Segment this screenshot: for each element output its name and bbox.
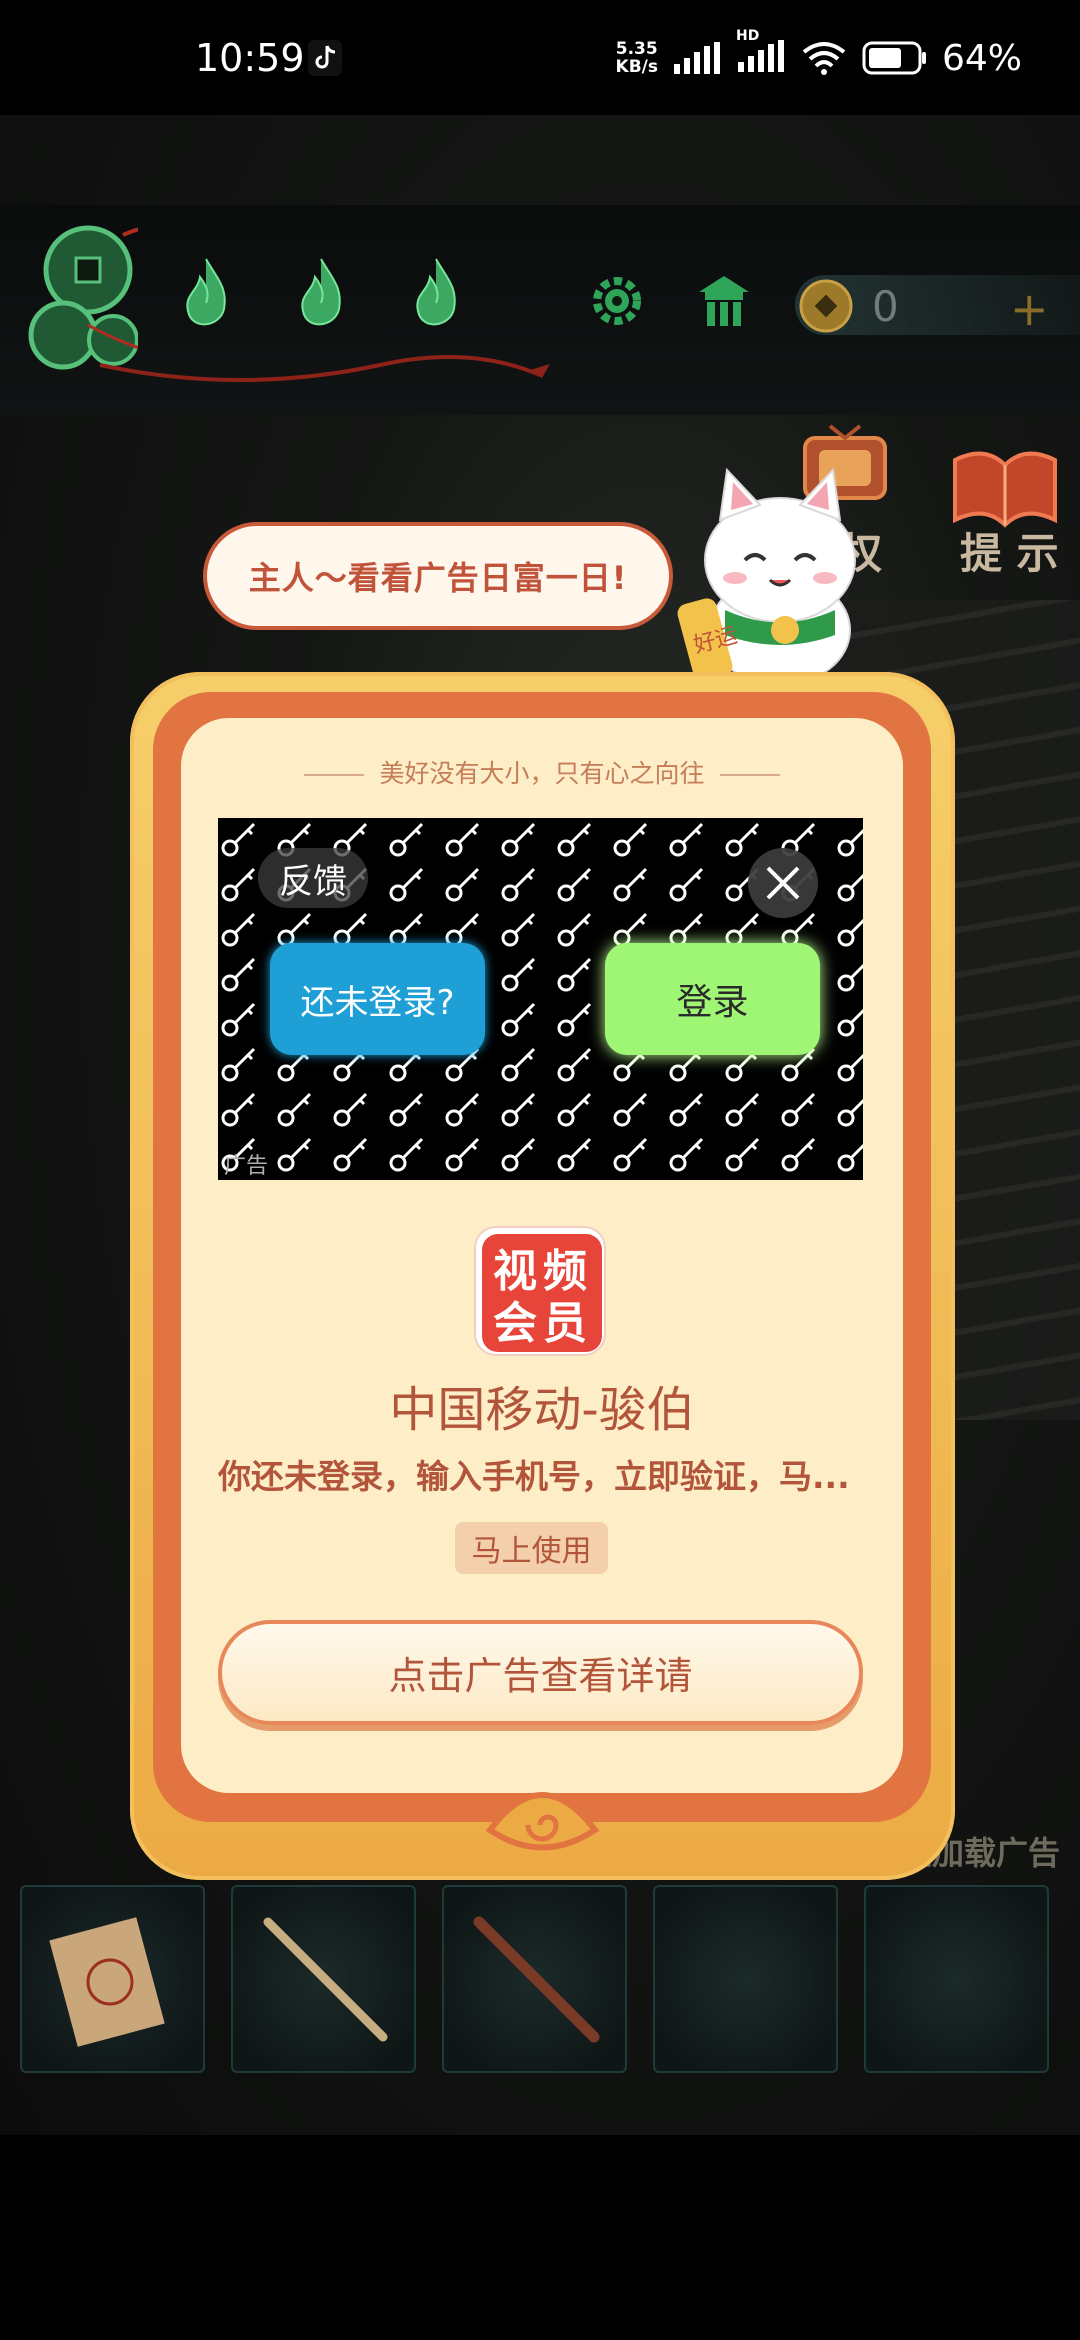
battery-icon xyxy=(862,41,926,75)
bottom-nav-area xyxy=(0,2135,1080,2340)
wifi-icon xyxy=(802,42,846,75)
inventory-bar xyxy=(20,1885,1070,2075)
tagline-text: 美好没有大小，只有心之向往 xyxy=(379,759,705,788)
inventory-slot-5[interactable] xyxy=(864,1885,1049,2073)
coin-count: 0 xyxy=(872,282,899,331)
hint-label[interactable]: 提 示 xyxy=(960,520,1059,581)
signal-hd: HD xyxy=(736,28,786,76)
app-icon-char-2: 频 xyxy=(543,1246,587,1297)
tagline-left-line xyxy=(303,774,364,776)
not-logged-in-button[interactable]: 还未登录? xyxy=(270,943,485,1055)
ad-mark-label: 广告 xyxy=(224,1154,269,1179)
bamboo-stick-item-icon xyxy=(263,1917,388,2042)
inventory-slot-1[interactable] xyxy=(20,1885,205,2073)
gold-coin-icon xyxy=(799,279,853,333)
net-speed-unit: KB/s xyxy=(615,57,658,77)
app-icon-char-1: 视 xyxy=(493,1246,537,1297)
network-speed: 5.35 KB/s xyxy=(616,40,658,76)
speech-bubble-text: 主人～看看广告日富一日! xyxy=(248,559,628,597)
life-flame-icon-1 xyxy=(186,258,226,326)
status-bar: 10:59 5.35 KB/s HD 64% xyxy=(0,0,1080,115)
login-button[interactable]: 登录 xyxy=(605,943,820,1055)
app-icon-char-3: 会 xyxy=(493,1298,537,1349)
use-now-button[interactable]: 马上使用 xyxy=(455,1522,608,1574)
view-ad-details-button[interactable]: 点击广告查看详请 xyxy=(218,1620,863,1725)
signal-icon xyxy=(673,42,720,74)
life-flame-icon-2 xyxy=(301,258,341,326)
paper-charm-item-icon xyxy=(49,1917,165,2047)
settings-gear-icon[interactable] xyxy=(588,272,646,330)
ad-description: 你还未登录，输入手机号，立即验证，马... xyxy=(218,1457,850,1496)
advertiser-name: 中国移动-骏伯 xyxy=(389,1382,695,1438)
ad-video-area[interactable]: 反馈 还未登录? 登录 广告 xyxy=(218,818,863,1180)
app-icon[interactable]: 视 频 会 员 xyxy=(474,1226,606,1356)
battery-percentage: 64% xyxy=(941,37,1022,79)
modal-tagline: 美好没有大小，只有心之向往 xyxy=(181,754,903,790)
lucky-cat-mascot: 好运 xyxy=(677,467,856,686)
shop-pavilion-icon[interactable] xyxy=(695,272,753,330)
wooden-rod-item-icon xyxy=(473,1916,600,2043)
net-speed-value: 5.35 xyxy=(615,39,658,59)
status-time: 10:59 xyxy=(195,36,305,80)
add-coins-plus-icon[interactable]: + xyxy=(1010,282,1049,336)
life-flame-icon-3 xyxy=(416,258,456,326)
ad-feedback-button[interactable]: 反馈 xyxy=(258,848,368,908)
app-icon-char-4: 员 xyxy=(543,1298,587,1349)
inventory-slot-4[interactable] xyxy=(653,1885,838,2073)
hd-label: HD xyxy=(735,28,760,44)
video-member-icon: 视 频 会 员 xyxy=(482,1234,602,1352)
speech-bubble: 主人～看看广告日富一日! xyxy=(203,522,673,630)
status-indicators: 5.35 KB/s HD 64% xyxy=(616,28,1022,80)
inventory-slot-3[interactable] xyxy=(442,1885,627,2073)
cloud-swirl-decoration xyxy=(485,1792,600,1851)
tagline-right-line xyxy=(720,774,781,776)
tiktok-icon xyxy=(308,40,342,76)
signal-icon-2 xyxy=(737,40,784,72)
ad-close-icon[interactable] xyxy=(748,848,818,918)
inventory-slot-2[interactable] xyxy=(231,1885,416,2073)
